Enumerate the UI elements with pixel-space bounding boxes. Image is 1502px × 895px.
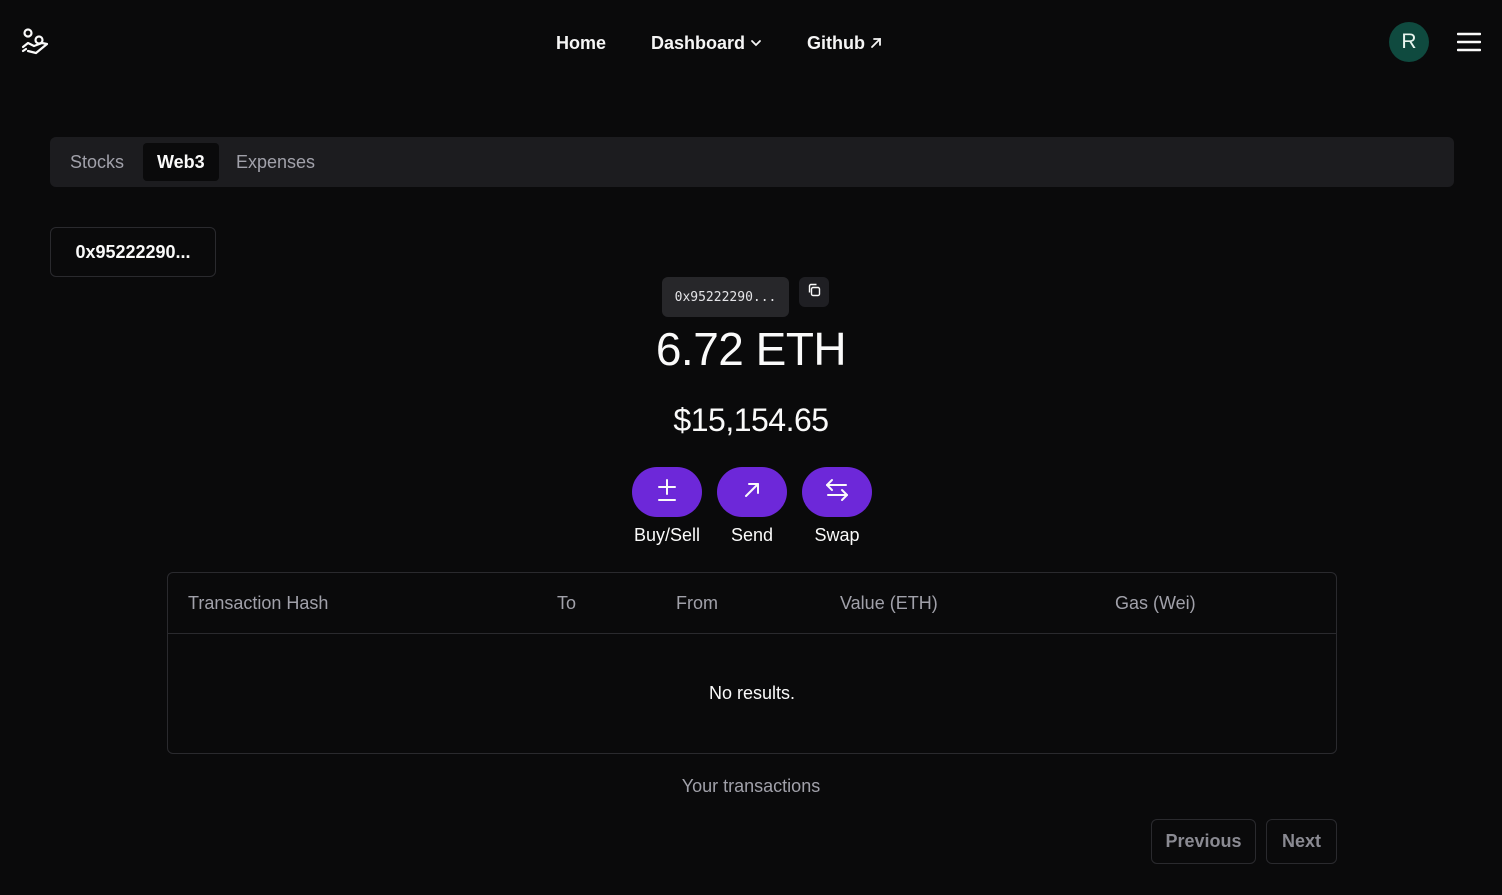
copy-address-button[interactable] [799,277,829,307]
table-empty-message: No results. [708,683,796,703]
arrow-up-right-icon [742,480,762,505]
nav-github-link[interactable]: Github [807,30,883,56]
usd-balance: $15,154.65 [673,402,829,438]
column-header-value: Value (ETH) [840,593,938,613]
user-avatar[interactable]: R [1389,22,1429,62]
plus-minus-icon [655,477,679,508]
buy-sell-action: Buy/Sell [627,467,707,546]
column-header-from: From [676,593,718,613]
next-page-button[interactable]: Next [1266,819,1337,864]
main-nav: Home Dashboard Github [0,30,1502,56]
wallet-select-button[interactable]: 0x95222290... [50,227,216,277]
wallet-address-chip: 0x95222290... [662,277,789,317]
previous-page-button[interactable]: Previous [1151,819,1256,864]
tab-web3[interactable]: Web3 [143,143,219,181]
swap-label: Swap [814,525,860,545]
nav-dashboard-label: Dashboard [651,32,746,53]
wallet-address: 0x95222290... [674,289,777,305]
avatar-initial: R [1401,30,1417,53]
eth-balance: 6.72 ETH [655,323,847,375]
table-header-row: Transaction Hash To From Value (ETH) Gas… [168,573,1336,634]
tab-stocks[interactable]: Stocks [56,143,138,181]
send-label: Send [730,525,774,545]
column-header-to: To [557,593,577,613]
table-caption: Your transactions [681,776,821,796]
chevron-down-icon [749,36,763,50]
nav-home-link[interactable]: Home [556,30,606,56]
tab-expenses[interactable]: Expenses [222,143,329,181]
app-page: Home Dashboard Github R Stocks Web3 Expe… [0,0,1502,895]
swap-button[interactable] [802,467,872,517]
nav-home-label: Home [556,32,607,53]
copy-icon [807,283,821,302]
swap-action: Swap [797,467,877,546]
send-button[interactable] [717,467,787,517]
nav-dashboard-dropdown[interactable]: Dashboard [651,30,763,56]
section-tabs: Stocks Web3 Expenses [50,137,1454,187]
column-header-transaction-hash: Transaction Hash [188,593,329,613]
hamburger-menu-icon[interactable] [1456,31,1482,53]
column-header-gas: Gas (Wei) [1115,593,1196,613]
swap-arrows-icon [824,478,850,507]
external-link-arrow-icon [869,36,883,50]
buy-sell-label: Buy/Sell [633,525,701,545]
buy-sell-button[interactable] [632,467,702,517]
transactions-table: Transaction Hash To From Value (ETH) Gas… [167,572,1337,754]
send-action: Send [712,467,792,546]
top-header: Home Dashboard Github R [0,0,1502,84]
wallet-select-value: 0x95222290... [75,241,191,262]
nav-github-label: Github [807,32,865,53]
